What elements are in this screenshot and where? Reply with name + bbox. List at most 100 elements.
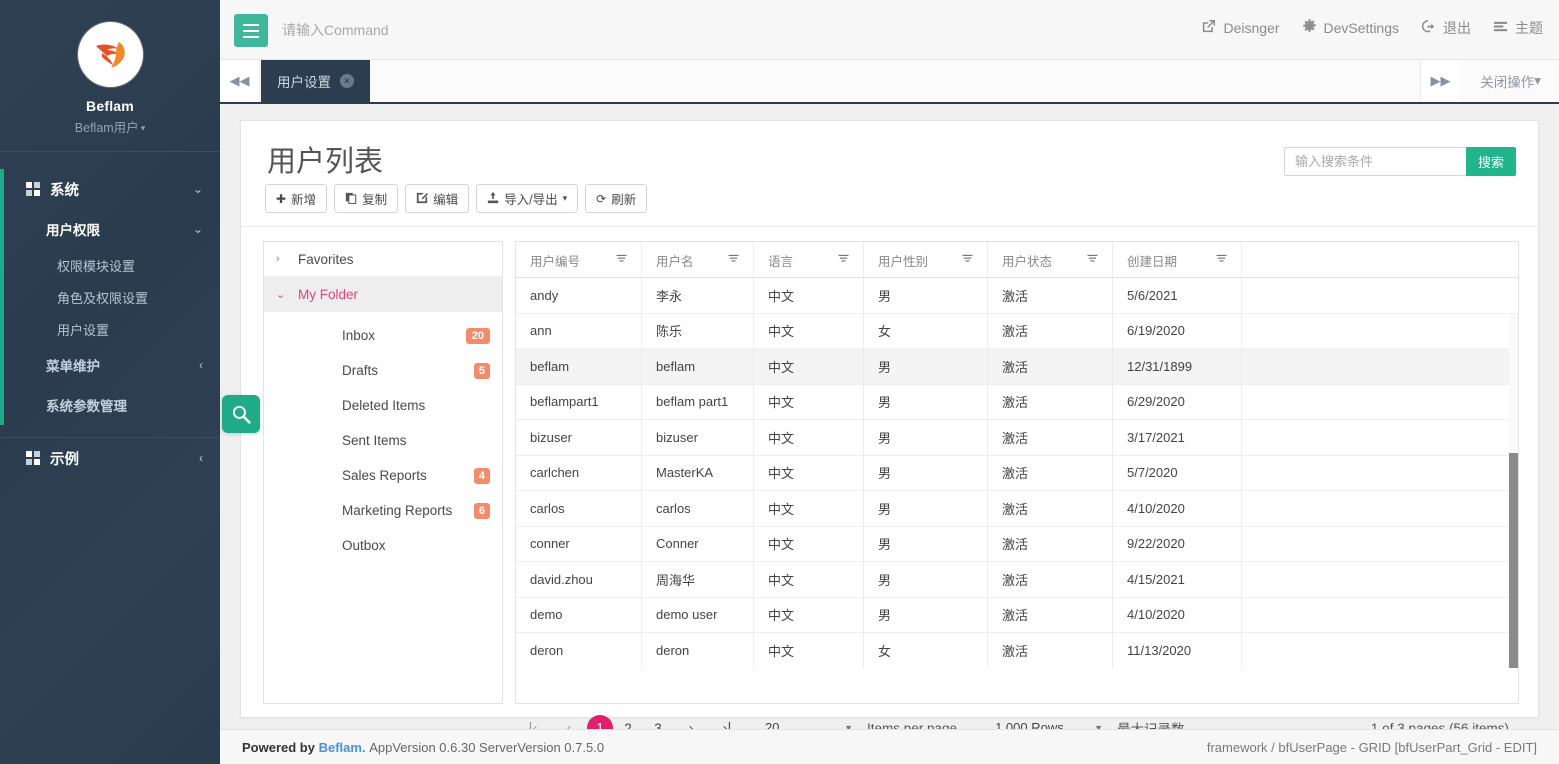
tree-item-inbox[interactable]: Inbox 20 [264, 318, 502, 353]
items-per-page-select[interactable]: 20 ▼ [765, 716, 853, 729]
topnav-designer[interactable]: Deisnger [1201, 19, 1280, 37]
copy-icon [345, 192, 357, 206]
table-row[interactable]: beflam beflam 中文男激活 12/31/1899 [516, 349, 1518, 385]
table-cell-name: beflam part1 [642, 384, 754, 419]
tree-item-marketing-reports[interactable]: Marketing Reports 6 [264, 493, 502, 528]
table-row[interactable]: carlchen MasterKA 中文男激活 5/7/2020 [516, 455, 1518, 491]
topnav-theme[interactable]: 主题 [1493, 18, 1543, 38]
footer-brand-link[interactable]: Beflam. [319, 740, 366, 755]
topnav-logout[interactable]: 退出 [1421, 18, 1471, 38]
import-export-button[interactable]: 导入/导出 ▾ [476, 184, 579, 213]
sidebar-item-user-permission-label: 用户权限 [46, 223, 100, 238]
last-page-icon[interactable]: ›| [709, 720, 745, 730]
page-title: 用户列表 [267, 146, 384, 178]
tree-item-favorites[interactable]: › Favorites [264, 242, 502, 277]
sidebar-item-user-permission[interactable]: 用户权限 ⌄ [0, 209, 220, 249]
prev-page-icon[interactable]: ‹ [551, 720, 587, 730]
grid-header-lang[interactable]: 语言 [754, 242, 864, 278]
tree-item-my-folder[interactable]: ⌄ My Folder [264, 277, 502, 312]
tree-item-sent-items[interactable]: Sent Items [264, 423, 502, 458]
table-row[interactable]: carlos carlos 中文男激活 4/10/2020 [516, 491, 1518, 527]
double-chevron-left-icon[interactable]: ◀◀ [220, 60, 260, 102]
page-number-3[interactable]: 3 [643, 721, 673, 730]
tree-item-deleted-items[interactable]: Deleted Items [264, 388, 502, 423]
max-rows-select[interactable]: 1,000 Rows ▼ [995, 716, 1103, 729]
search-input[interactable] [1283, 147, 1466, 176]
table-row[interactable]: david.zhou 周海华 中文男激活 4/15/2021 [516, 562, 1518, 598]
table-cell-status: 激活 [988, 491, 1113, 526]
sidebar-item-system-params[interactable]: 系统参数管理 [0, 385, 220, 425]
sidebar-item-system[interactable]: 系统 ⌄ [0, 169, 220, 209]
add-button[interactable]: ✚ 新增 [265, 184, 328, 213]
table-cell-id: carlos [516, 491, 642, 526]
grid-header-label: 用户编号 [530, 254, 581, 269]
search-button[interactable]: 搜索 [1465, 147, 1516, 176]
table-row[interactable]: ann 陈乐 中文女激活 6/19/2020 [516, 313, 1518, 349]
first-page-icon[interactable]: |‹ [515, 720, 551, 730]
grid-header-id[interactable]: 用户编号 [516, 242, 642, 278]
filter-icon[interactable] [838, 253, 849, 267]
sidebar-item-user-settings[interactable]: 用户设置 [0, 313, 220, 345]
table-row[interactable]: beflampart1 beflam part1 中文男激活 6/29/2020 [516, 384, 1518, 420]
tab-label: 用户设置 [277, 75, 331, 90]
sidebar-item-menu-maintenance[interactable]: 菜单维护 ‹ [0, 345, 220, 385]
edit-button-label: 编辑 [433, 193, 459, 207]
page-number-1[interactable]: 1 [587, 715, 613, 729]
table-cell-lang: 中文 [754, 384, 864, 419]
grid-header-date[interactable]: 创建日期 [1113, 242, 1242, 278]
page-number-2[interactable]: 2 [613, 721, 643, 730]
table-cell-id: ann [516, 313, 642, 348]
command-input[interactable] [282, 12, 682, 48]
sidebar-section-system: 系统 ⌄ 用户权限 ⌄ 权限模块设置 角色及权限设置 用户设置 菜单维护 ‹ 系… [0, 169, 220, 425]
table-cell-id: conner [516, 526, 642, 561]
sidebar-leaf-label: 角色及权限设置 [57, 290, 149, 306]
chevron-right-icon: › [276, 253, 280, 265]
filter-icon[interactable] [616, 253, 627, 267]
refresh-button[interactable]: ⟳ 刷新 [585, 184, 648, 213]
table-cell-id: demo [516, 597, 642, 632]
edit-button[interactable]: 编辑 [405, 184, 470, 213]
tree-item-outbox[interactable]: Outbox [264, 528, 502, 563]
filter-icon[interactable] [1087, 253, 1098, 267]
sidebar-item-examples-label: 示例 [50, 451, 79, 468]
filter-icon[interactable] [962, 253, 973, 267]
close-icon[interactable]: ✕ [340, 74, 354, 88]
grid-scrollbar-thumb[interactable] [1509, 453, 1518, 668]
topnav-devsettings[interactable]: DevSettings [1302, 19, 1399, 37]
tab-user-settings[interactable]: 用户设置 ✕ [261, 60, 370, 102]
tree-item-drafts[interactable]: Drafts 5 [264, 353, 502, 388]
sidebar-item-examples[interactable]: 示例 ‹ [0, 438, 220, 478]
chevron-down-icon: ▾ [140, 123, 146, 133]
next-page-icon[interactable]: › [673, 720, 709, 730]
table-cell-filler [1242, 562, 1518, 597]
brand-user-dropdown[interactable]: Beflam用户 ▾ [0, 117, 220, 136]
import-export-button-label: 导入/导出 [504, 193, 558, 207]
filter-icon[interactable] [728, 253, 739, 267]
tree-children: Inbox 20 Drafts 5 Deleted Items Sent Ite… [264, 318, 502, 563]
hamburger-icon[interactable] [234, 14, 268, 47]
grid-header-name[interactable]: 用户名 [642, 242, 754, 278]
sidebar-item-system-label: 系统 [50, 182, 79, 199]
sidebar-item-permission-module[interactable]: 权限模块设置 [0, 249, 220, 281]
gear-icon [1302, 19, 1317, 37]
magnifier-icon[interactable] [222, 395, 260, 433]
copy-button[interactable]: 复制 [334, 184, 399, 213]
sidebar-item-role-permission[interactable]: 角色及权限设置 [0, 281, 220, 313]
double-chevron-right-icon[interactable]: ▶▶ [1420, 60, 1460, 102]
table-row[interactable]: deron deron 中文女激活 11/13/2020 [516, 633, 1518, 668]
filter-icon[interactable] [1216, 253, 1227, 267]
grid-header-label: 语言 [768, 254, 794, 269]
table-cell-sex: 女 [864, 633, 988, 668]
table-cell-filler [1242, 314, 1518, 349]
theme-icon [1493, 19, 1508, 37]
table-row[interactable]: conner Conner 中文男激活 9/22/2020 [516, 526, 1518, 562]
close-operations-dropdown[interactable]: 关闭操作 ▾ [1470, 60, 1551, 102]
grid-header-status[interactable]: 用户状态 [988, 242, 1113, 278]
table-cell-id: beflampart1 [516, 384, 642, 419]
tree-item-sales-reports[interactable]: Sales Reports 4 [264, 458, 502, 493]
grid-header-sex[interactable]: 用户性别 [864, 242, 988, 278]
table-row[interactable]: andy 李永 中文男激活 5/6/2021 [516, 278, 1518, 314]
grid-body: andy 李永 中文男激活 5/6/2021 ann 陈乐 中文女激活 6/19/2020 be… [516, 278, 1518, 668]
table-row[interactable]: demo demo user 中文男激活 4/10/2020 [516, 597, 1518, 633]
table-row[interactable]: bizuser bizuser 中文男激活 3/17/2021 [516, 420, 1518, 456]
